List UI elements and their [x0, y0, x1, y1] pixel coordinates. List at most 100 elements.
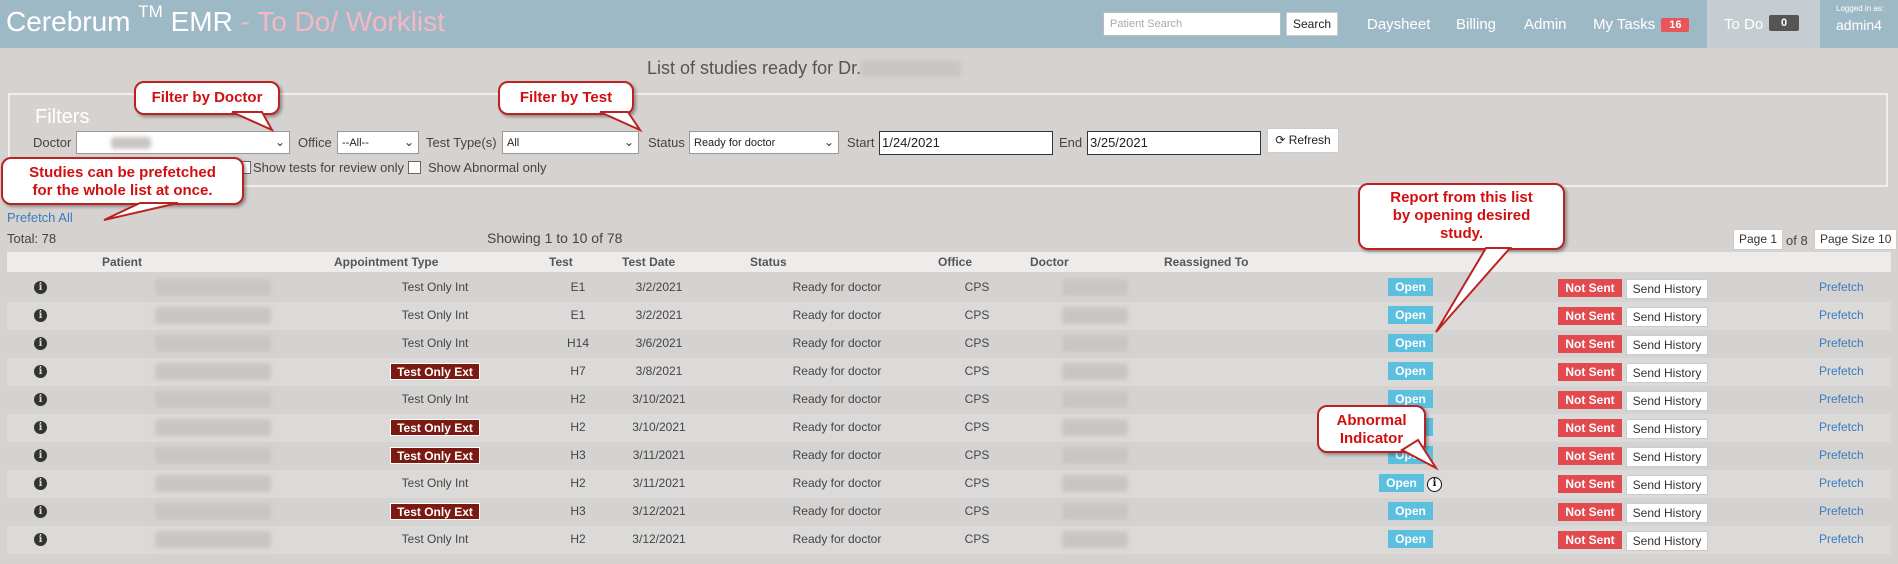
test-status: Ready for doctor	[792, 336, 882, 350]
send-history-button[interactable]: Send History	[1626, 447, 1708, 467]
prefetch-link[interactable]: Prefetch	[1819, 420, 1864, 434]
nav-daysheet[interactable]: Daysheet	[1367, 16, 1430, 33]
send-history-button[interactable]: Send History	[1626, 307, 1708, 327]
test-status: Ready for doctor	[792, 364, 882, 378]
doctor-select[interactable]: ⌄	[76, 131, 290, 154]
prefetch-link[interactable]: Prefetch	[1819, 280, 1864, 294]
appointment-type: Test Only Int	[401, 392, 469, 406]
page-number-button[interactable]: Page 1	[1733, 229, 1784, 250]
top-nav-bar: Cerebrum TM EMR - To Do/ Worklist Search…	[0, 0, 1898, 48]
test-date: 3/12/2021	[632, 532, 686, 546]
prefetch-link[interactable]: Prefetch	[1819, 448, 1864, 462]
info-circle-icon[interactable]: i	[34, 281, 47, 294]
redacted-doctor-name	[1062, 531, 1128, 548]
doctor-filter-label: Doctor	[33, 135, 72, 150]
prefetch-link[interactable]: Prefetch	[1819, 308, 1864, 322]
info-circle-icon[interactable]: i	[34, 337, 47, 350]
brand-name: Cerebrum	[6, 6, 131, 37]
prefetch-link[interactable]: Prefetch	[1819, 336, 1864, 350]
send-history-button[interactable]: Send History	[1626, 419, 1708, 439]
send-history-button[interactable]: Send History	[1626, 335, 1708, 355]
prefetch-link[interactable]: Prefetch	[1819, 392, 1864, 406]
office-filter-label: Office	[298, 135, 332, 150]
prefetch-link[interactable]: Prefetch	[1819, 532, 1864, 546]
test-code: H2	[570, 420, 586, 434]
not-sent-badge: Not Sent	[1558, 307, 1622, 325]
chevron-down-icon: ⌄	[403, 135, 414, 149]
open-study-button[interactable]: Open	[1388, 306, 1433, 324]
info-circle-icon[interactable]: i	[34, 505, 47, 518]
table-row: i Test Only Ext H2 3/10/2021 Ready for docto…	[7, 414, 1891, 442]
test-status: Ready for doctor	[792, 476, 882, 490]
prefetch-all-link[interactable]: Prefetch All	[7, 210, 73, 225]
redacted-doctor-name	[1062, 363, 1128, 380]
status-select[interactable]: Ready for doctor ⌄	[689, 131, 839, 154]
nav-billing[interactable]: Billing	[1456, 16, 1496, 33]
test-status: Ready for doctor	[792, 392, 882, 406]
office-select[interactable]: --All-- ⌄	[337, 131, 419, 154]
table-row: i Test Only Ext H3 3/11/2021 Ready for docto…	[7, 442, 1891, 470]
column-header-office: Office	[938, 255, 973, 269]
redacted-doctor-name	[1062, 279, 1128, 296]
test-date: 3/6/2021	[635, 336, 683, 350]
prefetch-link[interactable]: Prefetch	[1819, 476, 1864, 490]
test-status: Ready for doctor	[792, 280, 882, 294]
office: CPS	[964, 336, 990, 350]
search-button[interactable]: Search	[1286, 12, 1338, 36]
info-circle-icon[interactable]: i	[34, 477, 47, 490]
redacted-doctor-name	[1062, 335, 1128, 352]
nav-admin[interactable]: Admin	[1524, 16, 1567, 33]
prefetch-link[interactable]: Prefetch	[1819, 364, 1864, 378]
send-history-button[interactable]: Send History	[1626, 363, 1708, 383]
send-history-button[interactable]: Send History	[1626, 475, 1708, 495]
open-study-button[interactable]: Open	[1388, 530, 1433, 548]
send-history-button[interactable]: Send History	[1626, 503, 1708, 523]
info-circle-icon[interactable]: i	[34, 309, 47, 322]
page-heading-text: List of studies ready for Dr.	[647, 58, 862, 78]
open-study-button[interactable]: Open	[1379, 474, 1424, 492]
info-circle-icon[interactable]: i	[34, 393, 47, 406]
table-row: i Test Only Int E1 3/2/2021 Ready for doctor…	[7, 302, 1891, 330]
nav-todo[interactable]: To Do 0	[1707, 0, 1820, 48]
info-circle-icon[interactable]: i	[34, 533, 47, 546]
callout-report-line3: study.	[1439, 225, 1484, 242]
office: CPS	[964, 392, 990, 406]
start-date-input[interactable]: 1/24/2021	[879, 131, 1053, 155]
prefetch-link[interactable]: Prefetch	[1819, 504, 1864, 518]
send-history-button[interactable]: Send History	[1626, 391, 1708, 411]
info-circle-icon[interactable]: i	[34, 365, 47, 378]
open-study-button[interactable]: Open	[1388, 334, 1433, 352]
open-study-button[interactable]: Open	[1388, 278, 1433, 296]
status-filter-label: Status	[648, 135, 685, 150]
redacted-patient-name	[155, 503, 271, 520]
page-size-button[interactable]: Page Size 10	[1814, 229, 1898, 250]
nav-my-tasks[interactable]: My Tasks 16	[1593, 16, 1690, 33]
info-circle-icon[interactable]: i	[34, 449, 47, 462]
redacted-patient-name	[155, 363, 271, 380]
info-circle-icon[interactable]: i	[34, 421, 47, 434]
open-study-button[interactable]: Open	[1388, 502, 1433, 520]
my-tasks-label: My Tasks	[1593, 16, 1656, 33]
abnormal-only-checkbox[interactable]	[408, 161, 421, 174]
page-count: of 8	[1786, 233, 1808, 248]
send-history-button[interactable]: Send History	[1626, 531, 1708, 551]
chevron-down-icon: ⌄	[274, 135, 285, 149]
table-row: i Test Only Int H14 3/6/2021 Ready for docto…	[7, 330, 1891, 358]
open-study-button[interactable]: Open	[1388, 362, 1433, 380]
patient-search-input[interactable]	[1103, 12, 1281, 36]
username[interactable]: admin4	[1836, 17, 1882, 33]
end-date-input[interactable]: 3/25/2021	[1087, 131, 1261, 155]
my-tasks-count-badge: 16	[1661, 18, 1690, 32]
appointment-type-badge: Test Only Ext	[390, 419, 480, 436]
test-type-select[interactable]: All ⌄	[502, 131, 639, 154]
todo-label: To Do	[1724, 16, 1764, 33]
test-code: H2	[570, 532, 586, 546]
callout-abnormal: Abnormal Indicator	[1317, 405, 1426, 453]
refresh-button[interactable]: ⟳ Refresh	[1267, 128, 1339, 153]
end-date-label: End	[1059, 135, 1083, 150]
abnormal-info-icon[interactable]: i	[1427, 477, 1442, 492]
callout-prefetch-line1: Studies can be prefetched	[29, 164, 216, 181]
redacted-doctor-name	[1062, 419, 1128, 436]
not-sent-badge: Not Sent	[1558, 475, 1622, 493]
send-history-button[interactable]: Send History	[1626, 279, 1708, 299]
